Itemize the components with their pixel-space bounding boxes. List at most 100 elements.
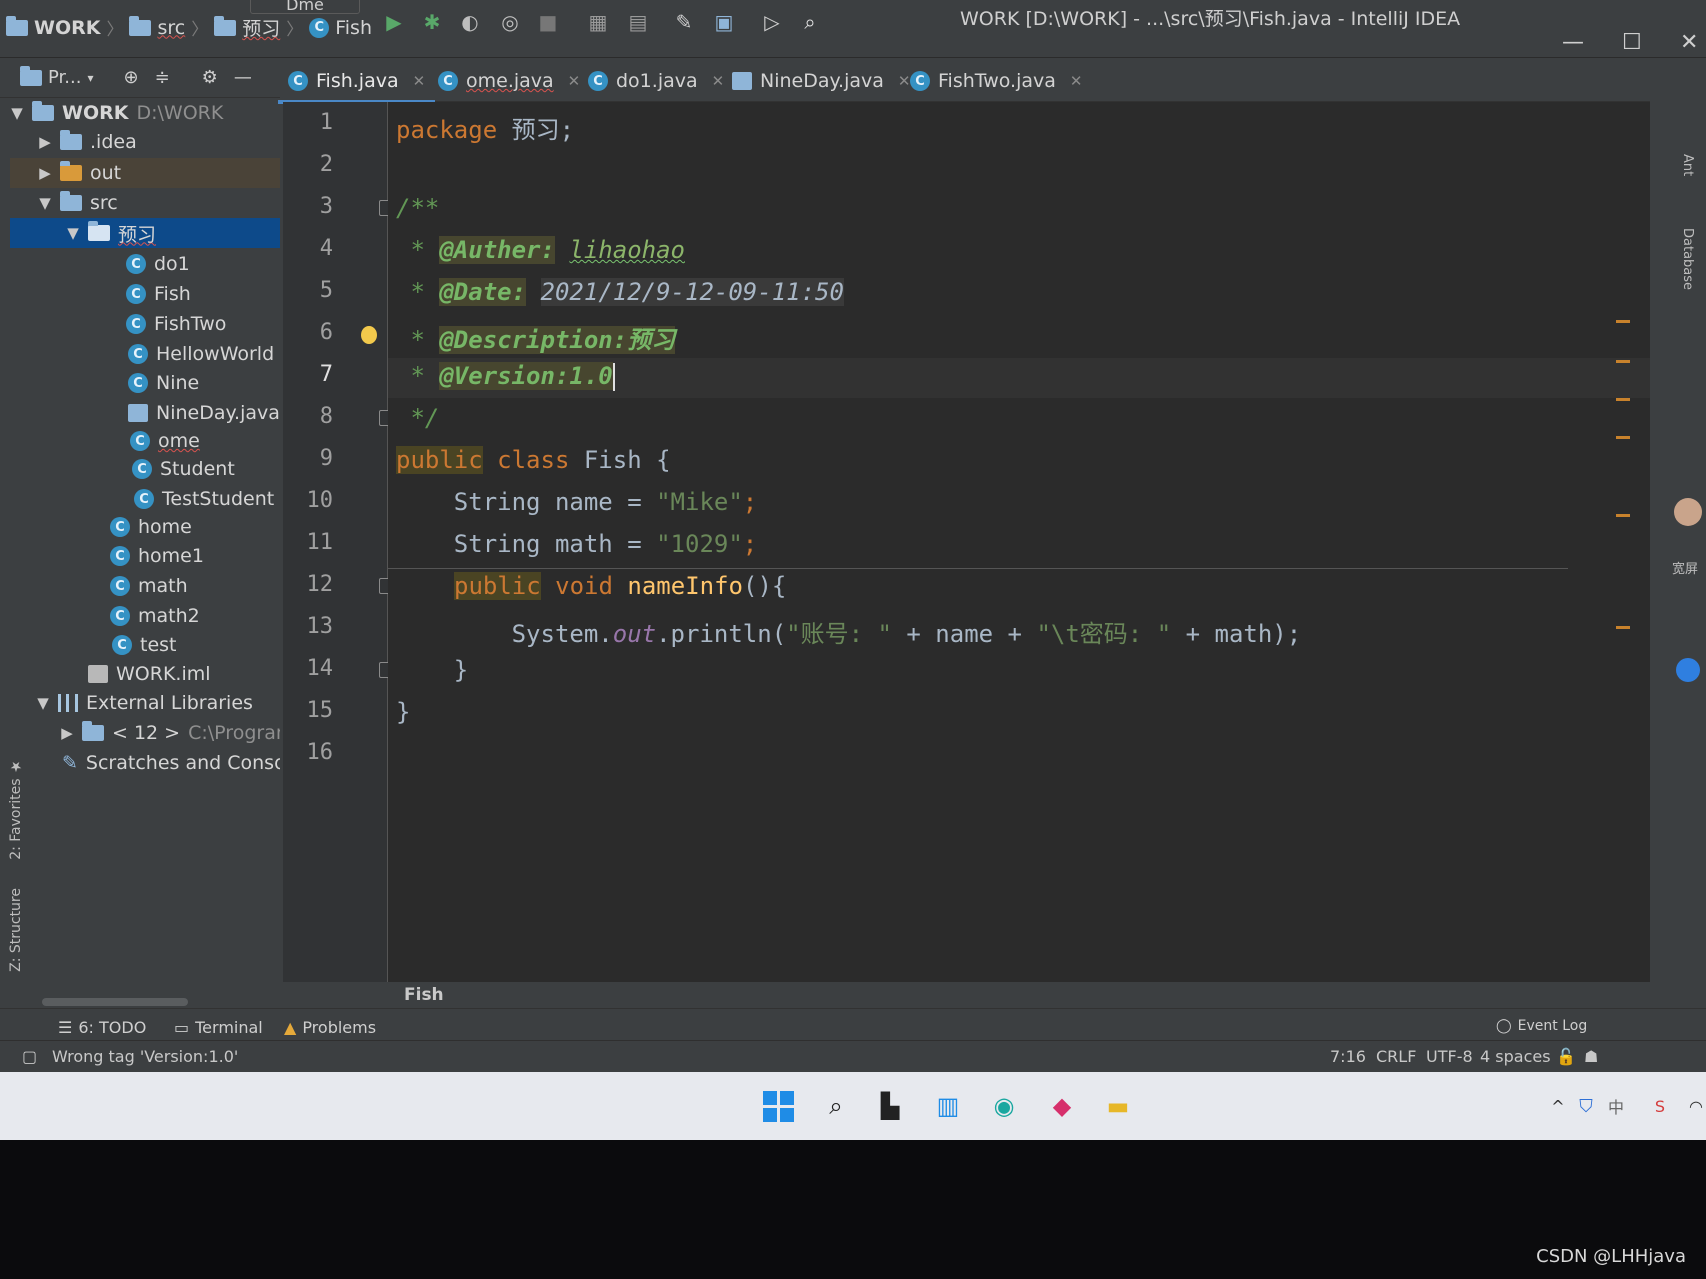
tab-fishtwo-java[interactable]: C FishTwo.java ✕ bbox=[910, 64, 1082, 98]
todo-tab[interactable]: ☰ 6: TODO bbox=[58, 1018, 146, 1037]
ant-tab[interactable]: Ant bbox=[1680, 154, 1695, 176]
search-icon[interactable]: ⌕ bbox=[798, 10, 822, 34]
tree-item-class[interactable]: C FishTwo bbox=[126, 309, 226, 339]
warning-marker[interactable] bbox=[1616, 626, 1630, 629]
debug-icon[interactable]: ✱ bbox=[420, 10, 444, 34]
file-encoding[interactable]: UTF-8 bbox=[1426, 1047, 1473, 1066]
rebuild-icon[interactable]: ▤ bbox=[626, 10, 650, 34]
tree-item-class[interactable]: Cmath bbox=[110, 571, 188, 601]
locate-icon[interactable]: ⊕ bbox=[123, 67, 138, 88]
minimize-icon[interactable]: — bbox=[1562, 30, 1584, 55]
status-toggle-icon[interactable]: ▢ bbox=[22, 1047, 37, 1066]
tab-nineday-java[interactable]: NineDay.java ✕ bbox=[732, 64, 910, 98]
hide-panel-icon[interactable]: — bbox=[234, 67, 252, 88]
tab-do1-java[interactable]: C do1.java ✕ bbox=[588, 64, 724, 98]
terminal-tab[interactable]: ▭ Terminal bbox=[174, 1018, 263, 1037]
close-icon[interactable]: ✕ bbox=[1680, 30, 1698, 55]
warning-marker[interactable] bbox=[1616, 436, 1630, 439]
maximize-icon[interactable]: ☐ bbox=[1622, 30, 1642, 55]
gear-icon[interactable]: ⚙ bbox=[202, 67, 218, 88]
tree-item-class[interactable]: Cdo1 bbox=[126, 249, 190, 279]
project-structure-icon[interactable]: ▣ bbox=[712, 10, 736, 34]
edge-browser-icon[interactable]: ◉ bbox=[984, 1086, 1024, 1126]
csdn-tray-icon[interactable]: S bbox=[1640, 1086, 1680, 1126]
tab-fish-java[interactable]: C Fish.java ✕ bbox=[277, 64, 436, 104]
indent-setting[interactable]: 4 spaces bbox=[1480, 1047, 1551, 1066]
lightbulb-icon[interactable] bbox=[361, 326, 377, 344]
run-icon[interactable]: ▶ bbox=[382, 10, 406, 34]
tree-item-class[interactable]: C TestStudent bbox=[134, 484, 274, 514]
tree-item-jdk[interactable]: ▶ < 12 > C:\Program I bbox=[60, 718, 280, 748]
expand-arrow-icon[interactable]: ▶ bbox=[38, 164, 52, 182]
close-tab-icon[interactable]: ✕ bbox=[413, 72, 426, 90]
caret-position[interactable]: 7:16 bbox=[1330, 1047, 1366, 1066]
tree-item-package-selected[interactable]: ▼ 预习 bbox=[10, 218, 280, 248]
wifi-icon[interactable]: ◠ bbox=[1676, 1086, 1706, 1126]
settings-wrench-icon[interactable]: ✎ bbox=[672, 10, 696, 34]
project-view-select[interactable]: Pr... ▾ bbox=[20, 65, 93, 88]
line-separator[interactable]: CRLF bbox=[1376, 1047, 1416, 1066]
expand-arrow-icon[interactable]: ▼ bbox=[36, 694, 50, 712]
widgets-icon[interactable]: ▥ bbox=[928, 1086, 968, 1126]
tree-item-work[interactable]: ▼ WORK D:\WORK bbox=[10, 98, 223, 128]
warning-marker[interactable] bbox=[1616, 398, 1630, 401]
tree-item-class[interactable]: C Nine bbox=[128, 368, 199, 398]
tree-item-file[interactable]: NineDay.java bbox=[128, 398, 280, 428]
tree-item-class[interactable]: Chome bbox=[110, 512, 192, 542]
code-editor[interactable]: package 预习; /** * @Auther: lihaohao * @D… bbox=[388, 102, 1650, 982]
widescreen-label[interactable]: 宽屏 bbox=[1672, 558, 1698, 577]
tree-item-external-libraries[interactable]: ▼ External Libraries bbox=[36, 688, 253, 718]
expand-arrow-icon[interactable]: ▶ bbox=[38, 133, 52, 151]
breadcrumb-package[interactable]: 预习 bbox=[242, 14, 280, 41]
tree-item-class[interactable]: Chome1 bbox=[110, 541, 204, 571]
tree-item-scratches[interactable]: ✎ Scratches and Consoles bbox=[62, 748, 280, 778]
input-method-icon[interactable]: 中 bbox=[1596, 1086, 1636, 1126]
avatar[interactable] bbox=[1674, 498, 1702, 526]
collapse-all-icon[interactable]: ≑ bbox=[155, 67, 170, 88]
problems-tab[interactable]: ▲ Problems bbox=[284, 1018, 376, 1037]
heart-icon[interactable] bbox=[1676, 658, 1700, 682]
profile-icon[interactable]: ◎ bbox=[498, 10, 522, 34]
stop-icon[interactable]: ■ bbox=[536, 10, 560, 34]
build-icon[interactable]: ▦ bbox=[586, 10, 610, 34]
tree-item-class[interactable]: Cmath2 bbox=[110, 601, 200, 631]
search-icon[interactable]: ⌕ bbox=[816, 1086, 856, 1126]
inspector-icon[interactable]: ☗ bbox=[1584, 1047, 1598, 1066]
terminal-icon[interactable]: ▷ bbox=[760, 10, 784, 34]
warning-marker[interactable] bbox=[1616, 360, 1630, 363]
breadcrumb-project[interactable]: WORK bbox=[34, 17, 100, 39]
expand-arrow-icon[interactable]: ▼ bbox=[38, 194, 52, 212]
tree-item-class[interactable]: Ctest bbox=[112, 630, 177, 660]
favorites-tab[interactable]: 2: Favorites ★ bbox=[8, 758, 24, 860]
run-config-select[interactable]: Dme bbox=[250, 0, 360, 14]
database-tab[interactable]: Database bbox=[1680, 228, 1695, 290]
close-tab-icon[interactable]: ✕ bbox=[1070, 72, 1083, 90]
breadcrumb-file[interactable]: Fish bbox=[335, 17, 372, 39]
intellij-icon[interactable]: ◆ bbox=[1042, 1086, 1082, 1126]
status-message[interactable]: Wrong tag 'Version:1.0' bbox=[52, 1047, 238, 1066]
warning-marker[interactable] bbox=[1616, 320, 1630, 323]
tree-item-out[interactable]: ▶ out bbox=[10, 158, 280, 188]
close-tab-icon[interactable]: ✕ bbox=[898, 72, 911, 90]
tree-item-class[interactable]: Come bbox=[130, 426, 200, 456]
tree-item-src[interactable]: ▼ src bbox=[38, 188, 118, 218]
lock-icon[interactable]: 🔓 bbox=[1556, 1047, 1576, 1066]
tree-item-class[interactable]: C Fish bbox=[126, 279, 191, 309]
tree-item-class[interactable]: C Student bbox=[132, 454, 235, 484]
editor-breadcrumb[interactable]: Fish bbox=[404, 985, 444, 1005]
windows-start-icon[interactable] bbox=[758, 1086, 798, 1126]
tab-ome-java[interactable]: C ome.java ✕ bbox=[438, 64, 580, 98]
file-explorer-icon[interactable]: ▬ bbox=[1098, 1086, 1138, 1126]
expand-arrow-icon[interactable]: ▶ bbox=[60, 724, 74, 742]
structure-tab[interactable]: Z: Structure bbox=[8, 888, 24, 972]
expand-arrow-icon[interactable]: ▼ bbox=[66, 224, 80, 242]
expand-arrow-icon[interactable]: ▼ bbox=[10, 104, 24, 122]
line-number-gutter[interactable]: 1 2 3 4 5 6 7 8 9 10 11 12 13 14 15 16 bbox=[283, 102, 393, 982]
event-log-tab[interactable]: ◯ Event Log bbox=[1496, 1018, 1587, 1034]
close-tab-icon[interactable]: ✕ bbox=[568, 72, 581, 90]
tree-item-file[interactable]: WORK.iml bbox=[88, 659, 211, 689]
coverage-icon[interactable]: ◐ bbox=[458, 10, 482, 34]
close-tab-icon[interactable]: ✕ bbox=[712, 72, 725, 90]
breadcrumb-src[interactable]: src bbox=[157, 17, 185, 39]
warning-marker[interactable] bbox=[1616, 514, 1630, 517]
